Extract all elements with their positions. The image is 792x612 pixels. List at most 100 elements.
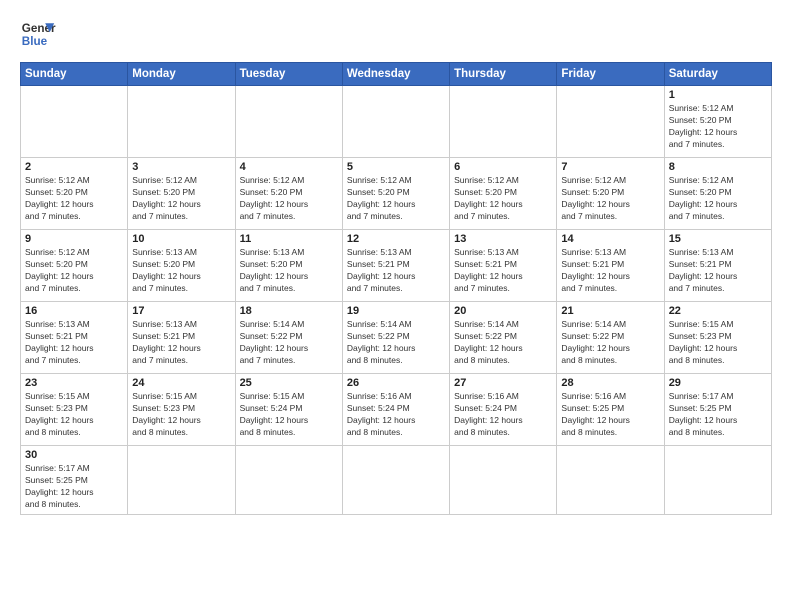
day-header-sunday: Sunday [21,63,128,86]
day-cell: 14 Sunrise: 5:13 AMSunset: 5:21 PMDayligh… [557,230,664,302]
day-cell [235,86,342,158]
day-info: Sunrise: 5:17 AMSunset: 5:25 PMDaylight:… [25,463,123,511]
day-number: 8 [669,161,767,173]
day-cell [342,446,449,515]
day-header-tuesday: Tuesday [235,63,342,86]
day-number: 12 [347,233,445,245]
day-info: Sunrise: 5:12 AMSunset: 5:20 PMDaylight:… [25,247,123,295]
day-info: Sunrise: 5:13 AMSunset: 5:21 PMDaylight:… [347,247,445,295]
day-cell: 1 Sunrise: 5:12 AMSunset: 5:20 PMDaylight… [664,86,771,158]
day-number: 11 [240,233,338,245]
day-cell: 12 Sunrise: 5:13 AMSunset: 5:21 PMDayligh… [342,230,449,302]
day-number: 28 [561,377,659,389]
day-number: 18 [240,305,338,317]
day-number: 17 [132,305,230,317]
logo: General Blue [20,16,56,52]
week-row-5: 23 Sunrise: 5:15 AMSunset: 5:23 PMDayligh… [21,374,772,446]
day-info: Sunrise: 5:14 AMSunset: 5:22 PMDaylight:… [454,319,552,367]
day-info: Sunrise: 5:13 AMSunset: 5:20 PMDaylight:… [132,247,230,295]
day-info: Sunrise: 5:13 AMSunset: 5:21 PMDaylight:… [25,319,123,367]
day-number: 16 [25,305,123,317]
day-info: Sunrise: 5:13 AMSunset: 5:21 PMDaylight:… [561,247,659,295]
day-cell: 16 Sunrise: 5:13 AMSunset: 5:21 PMDayligh… [21,302,128,374]
day-number: 4 [240,161,338,173]
svg-text:Blue: Blue [22,35,48,48]
day-info: Sunrise: 5:12 AMSunset: 5:20 PMDaylight:… [669,103,767,151]
day-info: Sunrise: 5:12 AMSunset: 5:20 PMDaylight:… [347,175,445,223]
day-number: 5 [347,161,445,173]
day-info: Sunrise: 5:13 AMSunset: 5:20 PMDaylight:… [240,247,338,295]
day-number: 23 [25,377,123,389]
week-row-4: 16 Sunrise: 5:13 AMSunset: 5:21 PMDayligh… [21,302,772,374]
day-cell [128,86,235,158]
day-info: Sunrise: 5:14 AMSunset: 5:22 PMDaylight:… [561,319,659,367]
day-info: Sunrise: 5:13 AMSunset: 5:21 PMDaylight:… [454,247,552,295]
day-cell: 28Sunrise: 5:16 AMSunset: 5:25 PMDayligh… [557,374,664,446]
day-number: 2 [25,161,123,173]
day-cell: 9Sunrise: 5:12 AMSunset: 5:20 PMDaylight… [21,230,128,302]
day-info: Sunrise: 5:14 AMSunset: 5:22 PMDaylight:… [240,319,338,367]
day-header-thursday: Thursday [450,63,557,86]
day-cell: 22 Sunrise: 5:15 AMSunset: 5:23 PMDayligh… [664,302,771,374]
day-number: 1 [669,89,767,101]
day-number: 25 [240,377,338,389]
day-cell: 3 Sunrise: 5:12 AMSunset: 5:20 PMDaylight… [128,158,235,230]
day-cell: 26Sunrise: 5:16 AMSunset: 5:24 PMDayligh… [342,374,449,446]
day-cell: 5 Sunrise: 5:12 AMSunset: 5:20 PMDaylight… [342,158,449,230]
day-cell: 18 Sunrise: 5:14 AMSunset: 5:22 PMDayligh… [235,302,342,374]
day-info: Sunrise: 5:15 AMSunset: 5:23 PMDaylight:… [669,319,767,367]
day-header-saturday: Saturday [664,63,771,86]
day-number: 15 [669,233,767,245]
day-info: Sunrise: 5:12 AMSunset: 5:20 PMDaylight:… [25,175,123,223]
day-cell [450,86,557,158]
day-info: Sunrise: 5:16 AMSunset: 5:24 PMDaylight:… [454,391,552,439]
day-number: 3 [132,161,230,173]
day-cell: 11 Sunrise: 5:13 AMSunset: 5:20 PMDayligh… [235,230,342,302]
day-cell [128,446,235,515]
day-info: Sunrise: 5:12 AMSunset: 5:20 PMDaylight:… [240,175,338,223]
day-cell: 20Sunrise: 5:14 AMSunset: 5:22 PMDayligh… [450,302,557,374]
day-number: 26 [347,377,445,389]
day-header-monday: Monday [128,63,235,86]
day-cell: 4 Sunrise: 5:12 AMSunset: 5:20 PMDaylight… [235,158,342,230]
day-number: 10 [132,233,230,245]
day-info: Sunrise: 5:13 AMSunset: 5:21 PMDaylight:… [132,319,230,367]
day-info: Sunrise: 5:15 AMSunset: 5:23 PMDaylight:… [25,391,123,439]
day-cell [342,86,449,158]
day-number: 29 [669,377,767,389]
day-cell: 23 Sunrise: 5:15 AMSunset: 5:23 PMDayligh… [21,374,128,446]
day-number: 14 [561,233,659,245]
day-number: 24 [132,377,230,389]
day-info: Sunrise: 5:12 AMSunset: 5:20 PMDaylight:… [561,175,659,223]
day-number: 30 [25,449,123,461]
day-info: Sunrise: 5:15 AMSunset: 5:24 PMDaylight:… [240,391,338,439]
day-number: 13 [454,233,552,245]
day-info: Sunrise: 5:13 AMSunset: 5:21 PMDaylight:… [669,247,767,295]
day-cell [557,86,664,158]
day-number: 27 [454,377,552,389]
day-cell: 24Sunrise: 5:15 AMSunset: 5:23 PMDayligh… [128,374,235,446]
day-number: 21 [561,305,659,317]
day-info: Sunrise: 5:12 AMSunset: 5:20 PMDaylight:… [454,175,552,223]
calendar-page: General Blue SundayMondayTuesdayWednesda… [0,0,792,612]
day-cell: 15 Sunrise: 5:13 AMSunset: 5:21 PMDayligh… [664,230,771,302]
day-number: 7 [561,161,659,173]
day-number: 19 [347,305,445,317]
calendar-table: SundayMondayTuesdayWednesdayThursdayFrid… [20,62,772,515]
day-cell [557,446,664,515]
day-number: 22 [669,305,767,317]
day-cell: 17 Sunrise: 5:13 AMSunset: 5:21 PMDayligh… [128,302,235,374]
day-number: 6 [454,161,552,173]
day-cell [235,446,342,515]
day-cell: 21 Sunrise: 5:14 AMSunset: 5:22 PMDayligh… [557,302,664,374]
week-row-2: 2 Sunrise: 5:12 AMSunset: 5:20 PMDaylight… [21,158,772,230]
day-cell: 19Sunrise: 5:14 AMSunset: 5:22 PMDayligh… [342,302,449,374]
logo-icon: General Blue [20,16,56,52]
day-cell [664,446,771,515]
day-cell: 27 Sunrise: 5:16 AMSunset: 5:24 PMDayligh… [450,374,557,446]
day-cell: 8Sunrise: 5:12 AMSunset: 5:20 PMDaylight… [664,158,771,230]
day-info: Sunrise: 5:12 AMSunset: 5:20 PMDaylight:… [132,175,230,223]
day-cell: 7 Sunrise: 5:12 AMSunset: 5:20 PMDaylight… [557,158,664,230]
header-row: SundayMondayTuesdayWednesdayThursdayFrid… [21,63,772,86]
day-cell [450,446,557,515]
